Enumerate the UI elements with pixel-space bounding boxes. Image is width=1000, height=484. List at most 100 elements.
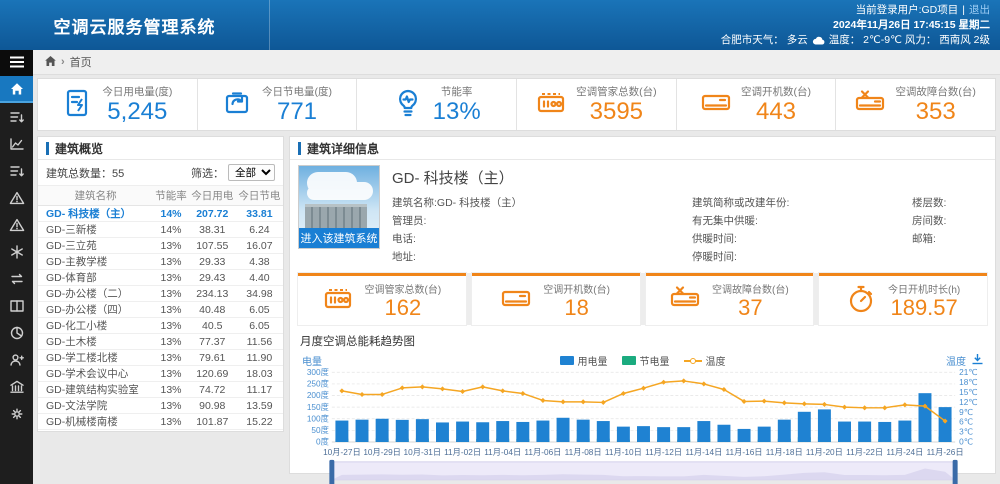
table-row[interactable]: GD-三新楼14%38.316.24 [38, 222, 283, 238]
table-cell: GD-学工楼北楼 [38, 350, 153, 366]
svg-text:11月-04日: 11月-04日 [484, 448, 521, 457]
table-cell: 33.81 [236, 206, 283, 222]
table-row[interactable]: GD-建筑结构实验室13%74.7211.17 [38, 382, 283, 398]
sidebar-item-transfer[interactable] [0, 265, 33, 292]
svg-text:21℃: 21℃ [959, 368, 977, 377]
table-cell: 34.98 [236, 286, 283, 302]
column-header: 节能率 [153, 186, 188, 206]
svg-text:11月-22日: 11月-22日 [846, 448, 883, 457]
table-row[interactable]: GD-机械楼北楼13%122.4118.28 [38, 430, 283, 433]
app-header: 空调云服务管理系统 当前登录用户:GD项目 | 退出 2024年11月26日 1… [0, 0, 1000, 50]
app-logo-zone: 空调云服务管理系统 [0, 0, 270, 50]
svg-text:11月-20日: 11月-20日 [806, 448, 843, 457]
title-accent-bar [46, 142, 49, 155]
gear-icon [9, 406, 25, 422]
breadcrumb-home-icon[interactable] [45, 56, 56, 69]
sidebar-item-organization[interactable] [0, 373, 33, 400]
stat-value: 18 [564, 296, 588, 320]
kpi-card-2[interactable]: 今日节电量(度)771 [198, 79, 358, 130]
sidebar-item-home[interactable] [0, 76, 33, 103]
table-row[interactable]: GD-机械楼南楼13%101.8715.22 [38, 414, 283, 430]
table-cell: GD-文法学院 [38, 398, 153, 414]
legend-item-节电量[interactable]: 节电量 [622, 353, 670, 368]
user-plus-icon [9, 352, 25, 368]
svg-text:10月-31日: 10月-31日 [404, 448, 442, 457]
table-cell: 13% [153, 334, 188, 350]
table-cell: 6.24 [236, 222, 283, 238]
table-cell: 40.48 [189, 302, 236, 318]
table-row[interactable]: GD- 科技楼（主）14%207.7233.81 [38, 206, 283, 222]
timer-icon [846, 284, 876, 317]
table-row[interactable]: GD-体育部13%29.434.40 [38, 270, 283, 286]
table-cell: GD-土木楼 [38, 334, 153, 350]
sidebar-item-alarm-1[interactable] [0, 184, 33, 211]
home-icon [9, 81, 25, 97]
logout-link[interactable]: 退出 [969, 3, 990, 17]
table-row[interactable]: GD-办公楼（二）13%234.1334.98 [38, 286, 283, 302]
building-table-header: 建筑名称节能率今日用电今日节电 [38, 186, 283, 206]
sidebar-item-energy-list[interactable] [0, 103, 33, 130]
sidebar-item-ranking[interactable] [0, 157, 33, 184]
sidebar-item-hvac[interactable] [0, 238, 33, 265]
battery-refresh-icon [222, 88, 252, 121]
left-axis-name: 电量 [302, 353, 362, 368]
detail-stat-card-1: 空调管家总数(台)162 [298, 273, 466, 325]
table-row[interactable]: GD-主教学楼13%29.334.38 [38, 254, 283, 270]
kpi-card-5[interactable]: 空调开机数(台)443 [677, 79, 837, 130]
datetime-line: 2024年11月26日 17:45:15 星期二 [833, 18, 990, 32]
svg-text:9℃: 9℃ [959, 408, 973, 417]
sidebar-item-statistics[interactable] [0, 319, 33, 346]
table-cell: 13% [153, 398, 188, 414]
detail-field: 楼层数: [912, 196, 987, 211]
chart-legend: 用电量节电量温度 [362, 353, 923, 368]
table-cell: 101.87 [189, 414, 236, 430]
sidebar-item-layout[interactable] [0, 292, 33, 319]
table-cell: 13% [153, 270, 188, 286]
filter-select[interactable]: 全部 [228, 164, 275, 181]
table-row[interactable]: GD-办公楼（四）13%40.486.05 [38, 302, 283, 318]
table-row[interactable]: GD-三立苑13%107.5516.07 [38, 238, 283, 254]
kpi-card-3[interactable]: 节能率13% [357, 79, 517, 130]
datazoom-handle-right [953, 460, 958, 484]
svg-text:11月-06日: 11月-06日 [524, 448, 561, 457]
building-detail-info: GD- 科技楼（主） 建筑名称:GD- 科技楼（主）管理员:电话:地址: 建筑简… [392, 165, 987, 265]
kpi-card-6[interactable]: 空调故障台数(台)353 [836, 79, 995, 130]
download-icon[interactable] [972, 354, 983, 368]
table-row[interactable]: GD-土木楼13%77.3711.56 [38, 334, 283, 350]
table-row[interactable]: GD-文法学院13%90.9813.59 [38, 398, 283, 414]
enter-building-button[interactable]: 进入该建筑系统 [299, 228, 379, 248]
sidebar-item-users[interactable] [0, 346, 33, 373]
table-cell: 13% [153, 382, 188, 398]
svg-text:11月-02日: 11月-02日 [444, 448, 481, 457]
table-cell: 13% [153, 430, 188, 433]
chart-legend-row: 电量 用电量节电量温度 温度 [298, 353, 987, 368]
svg-text:10月-27日: 10月-27日 [323, 448, 361, 457]
table-cell: 79.61 [189, 350, 236, 366]
stat-label: 空调开机数(台) [543, 281, 610, 296]
kpi-card-4[interactable]: 空调管家总数(台)3595 [517, 79, 677, 130]
legend-item-用电量[interactable]: 用电量 [560, 353, 608, 368]
legend-item-温度[interactable]: 温度 [684, 353, 726, 368]
table-row[interactable]: GD-学术会议中心13%120.6918.03 [38, 366, 283, 382]
table-row[interactable]: GD-学工楼北楼13%79.6111.90 [38, 350, 283, 366]
kpi-value: 771 [277, 99, 317, 125]
table-cell: 40.5 [189, 318, 236, 334]
svg-text:18℃: 18℃ [959, 378, 977, 387]
line-chart-icon [9, 136, 25, 152]
sidebar-item-trend-analysis[interactable] [0, 130, 33, 157]
trend-chart[interactable]: 0度50度100度150度200度250度300度0℃3℃6℃9℃12℃15℃1… [298, 368, 987, 484]
table-cell: 234.13 [189, 286, 236, 302]
breadcrumb-page[interactable]: 首页 [70, 54, 92, 70]
table-cell: GD-三新楼 [38, 222, 153, 238]
stat-label: 今日开机时长(h) [888, 281, 960, 296]
table-cell: GD-体育部 [38, 270, 153, 286]
sidebar-item-alarm-2[interactable] [0, 211, 33, 238]
kpi-card-1[interactable]: 今日用电量(度)5,245 [38, 79, 198, 130]
sidebar-item-settings[interactable] [0, 400, 33, 427]
menu-toggle-button[interactable] [0, 50, 33, 76]
stat-label: 空调故障台数(台) [712, 281, 789, 296]
table-cell: 13% [153, 350, 188, 366]
table-row[interactable]: GD-化工小楼13%40.56.05 [38, 318, 283, 334]
kpi-label: 空调管家总数(台) [576, 84, 657, 99]
svg-text:11月-26日: 11月-26日 [927, 448, 964, 457]
